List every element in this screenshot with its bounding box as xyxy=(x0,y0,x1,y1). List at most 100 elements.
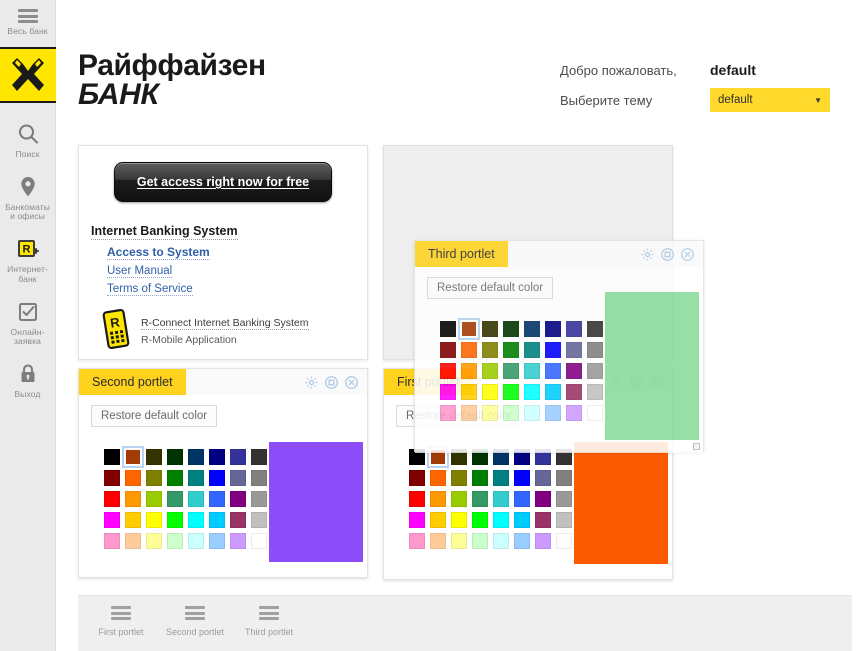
color-swatch[interactable] xyxy=(587,321,603,337)
color-swatch[interactable] xyxy=(566,405,582,421)
gear-icon[interactable] xyxy=(304,375,319,390)
color-swatch[interactable] xyxy=(493,491,509,507)
color-swatch[interactable] xyxy=(472,512,488,528)
link-terms-of-service[interactable]: Terms of Service xyxy=(107,283,193,296)
link-user-manual[interactable]: User Manual xyxy=(107,265,173,278)
color-swatch[interactable] xyxy=(556,491,572,507)
color-swatch[interactable] xyxy=(493,512,509,528)
color-swatch[interactable] xyxy=(535,491,551,507)
color-swatch[interactable] xyxy=(167,512,183,528)
sidebar-item-atms-offices[interactable]: Банкоматы и офисы xyxy=(0,166,56,229)
color-swatch[interactable] xyxy=(104,512,120,528)
color-swatch[interactable] xyxy=(461,405,477,421)
maximize-icon[interactable] xyxy=(660,247,675,262)
sidebar-item-all-bank[interactable]: Весь банк xyxy=(0,0,56,43)
color-swatch[interactable] xyxy=(230,449,246,465)
color-swatch[interactable] xyxy=(503,384,519,400)
color-swatch[interactable] xyxy=(545,363,561,379)
color-swatch[interactable] xyxy=(188,512,204,528)
color-swatch[interactable] xyxy=(409,470,425,486)
color-swatch[interactable] xyxy=(524,405,540,421)
color-swatch[interactable] xyxy=(524,342,540,358)
color-swatch[interactable] xyxy=(167,533,183,549)
color-swatch[interactable] xyxy=(458,318,480,340)
color-swatch[interactable] xyxy=(461,363,477,379)
color-swatch[interactable] xyxy=(430,533,446,549)
resize-handle[interactable] xyxy=(693,443,700,450)
color-swatch[interactable] xyxy=(556,533,572,549)
color-swatch[interactable] xyxy=(209,512,225,528)
color-swatch[interactable] xyxy=(566,342,582,358)
color-swatch[interactable] xyxy=(230,512,246,528)
color-swatch[interactable] xyxy=(461,342,477,358)
restore-default-color-button[interactable]: Restore default color xyxy=(91,405,218,427)
theme-select[interactable]: default ▼ xyxy=(710,88,830,112)
color-swatch[interactable] xyxy=(482,342,498,358)
gear-icon[interactable] xyxy=(640,247,655,262)
color-swatch[interactable] xyxy=(545,342,561,358)
color-swatch[interactable] xyxy=(125,512,141,528)
restore-default-color-button[interactable]: Restore default color xyxy=(427,277,554,299)
color-swatch[interactable] xyxy=(482,321,498,337)
color-swatch[interactable] xyxy=(535,533,551,549)
color-swatch[interactable] xyxy=(556,512,572,528)
color-swatch[interactable] xyxy=(556,470,572,486)
color-swatch[interactable] xyxy=(251,512,267,528)
link-access-to-system[interactable]: Access to System xyxy=(107,245,210,260)
get-access-button[interactable]: Get access right now for free xyxy=(114,162,332,202)
color-swatch[interactable] xyxy=(587,384,603,400)
color-swatch[interactable] xyxy=(146,470,162,486)
color-swatch[interactable] xyxy=(251,533,267,549)
raiffeisen-logo[interactable] xyxy=(0,46,56,103)
color-swatch[interactable] xyxy=(430,470,446,486)
color-swatch[interactable] xyxy=(566,321,582,337)
sidebar-item-online-application[interactable]: Онлайн- заявка xyxy=(0,291,56,354)
taskbar-item-first-portlet[interactable]: First portlet xyxy=(92,606,150,637)
color-swatch[interactable] xyxy=(125,470,141,486)
color-swatch[interactable] xyxy=(535,470,551,486)
color-swatch[interactable] xyxy=(409,491,425,507)
color-swatch[interactable] xyxy=(493,533,509,549)
color-swatch[interactable] xyxy=(167,449,183,465)
color-swatch[interactable] xyxy=(251,491,267,507)
sidebar-item-logout[interactable]: Выход xyxy=(0,353,56,406)
color-swatch[interactable] xyxy=(167,470,183,486)
color-swatch[interactable] xyxy=(451,512,467,528)
color-swatch[interactable] xyxy=(440,342,456,358)
sidebar-item-search[interactable]: Поиск xyxy=(0,113,56,166)
color-swatch[interactable] xyxy=(514,470,530,486)
color-swatch[interactable] xyxy=(566,384,582,400)
color-swatch[interactable] xyxy=(188,533,204,549)
color-swatch[interactable] xyxy=(514,491,530,507)
color-swatch[interactable] xyxy=(503,321,519,337)
color-swatch[interactable] xyxy=(188,470,204,486)
color-swatch[interactable] xyxy=(251,470,267,486)
color-swatch[interactable] xyxy=(451,491,467,507)
color-swatch[interactable] xyxy=(230,470,246,486)
color-swatch[interactable] xyxy=(209,533,225,549)
color-swatch[interactable] xyxy=(230,491,246,507)
color-swatch[interactable] xyxy=(472,533,488,549)
color-swatch[interactable] xyxy=(514,512,530,528)
close-icon[interactable] xyxy=(344,375,359,390)
color-swatch[interactable] xyxy=(472,491,488,507)
color-swatch[interactable] xyxy=(122,446,144,468)
color-swatch[interactable] xyxy=(409,512,425,528)
color-swatch[interactable] xyxy=(209,470,225,486)
color-swatch[interactable] xyxy=(209,491,225,507)
color-swatch[interactable] xyxy=(503,342,519,358)
color-swatch[interactable] xyxy=(566,363,582,379)
color-swatch[interactable] xyxy=(188,491,204,507)
portlet-second-header[interactable]: Second portlet xyxy=(79,369,367,395)
color-swatch[interactable] xyxy=(230,533,246,549)
color-swatch[interactable] xyxy=(146,533,162,549)
color-swatch[interactable] xyxy=(430,512,446,528)
color-swatch[interactable] xyxy=(146,491,162,507)
color-swatch[interactable] xyxy=(493,470,509,486)
color-swatch[interactable] xyxy=(514,533,530,549)
color-swatch[interactable] xyxy=(104,491,120,507)
close-icon[interactable] xyxy=(680,247,695,262)
color-swatch[interactable] xyxy=(587,342,603,358)
color-swatch[interactable] xyxy=(430,491,446,507)
color-swatch[interactable] xyxy=(482,384,498,400)
